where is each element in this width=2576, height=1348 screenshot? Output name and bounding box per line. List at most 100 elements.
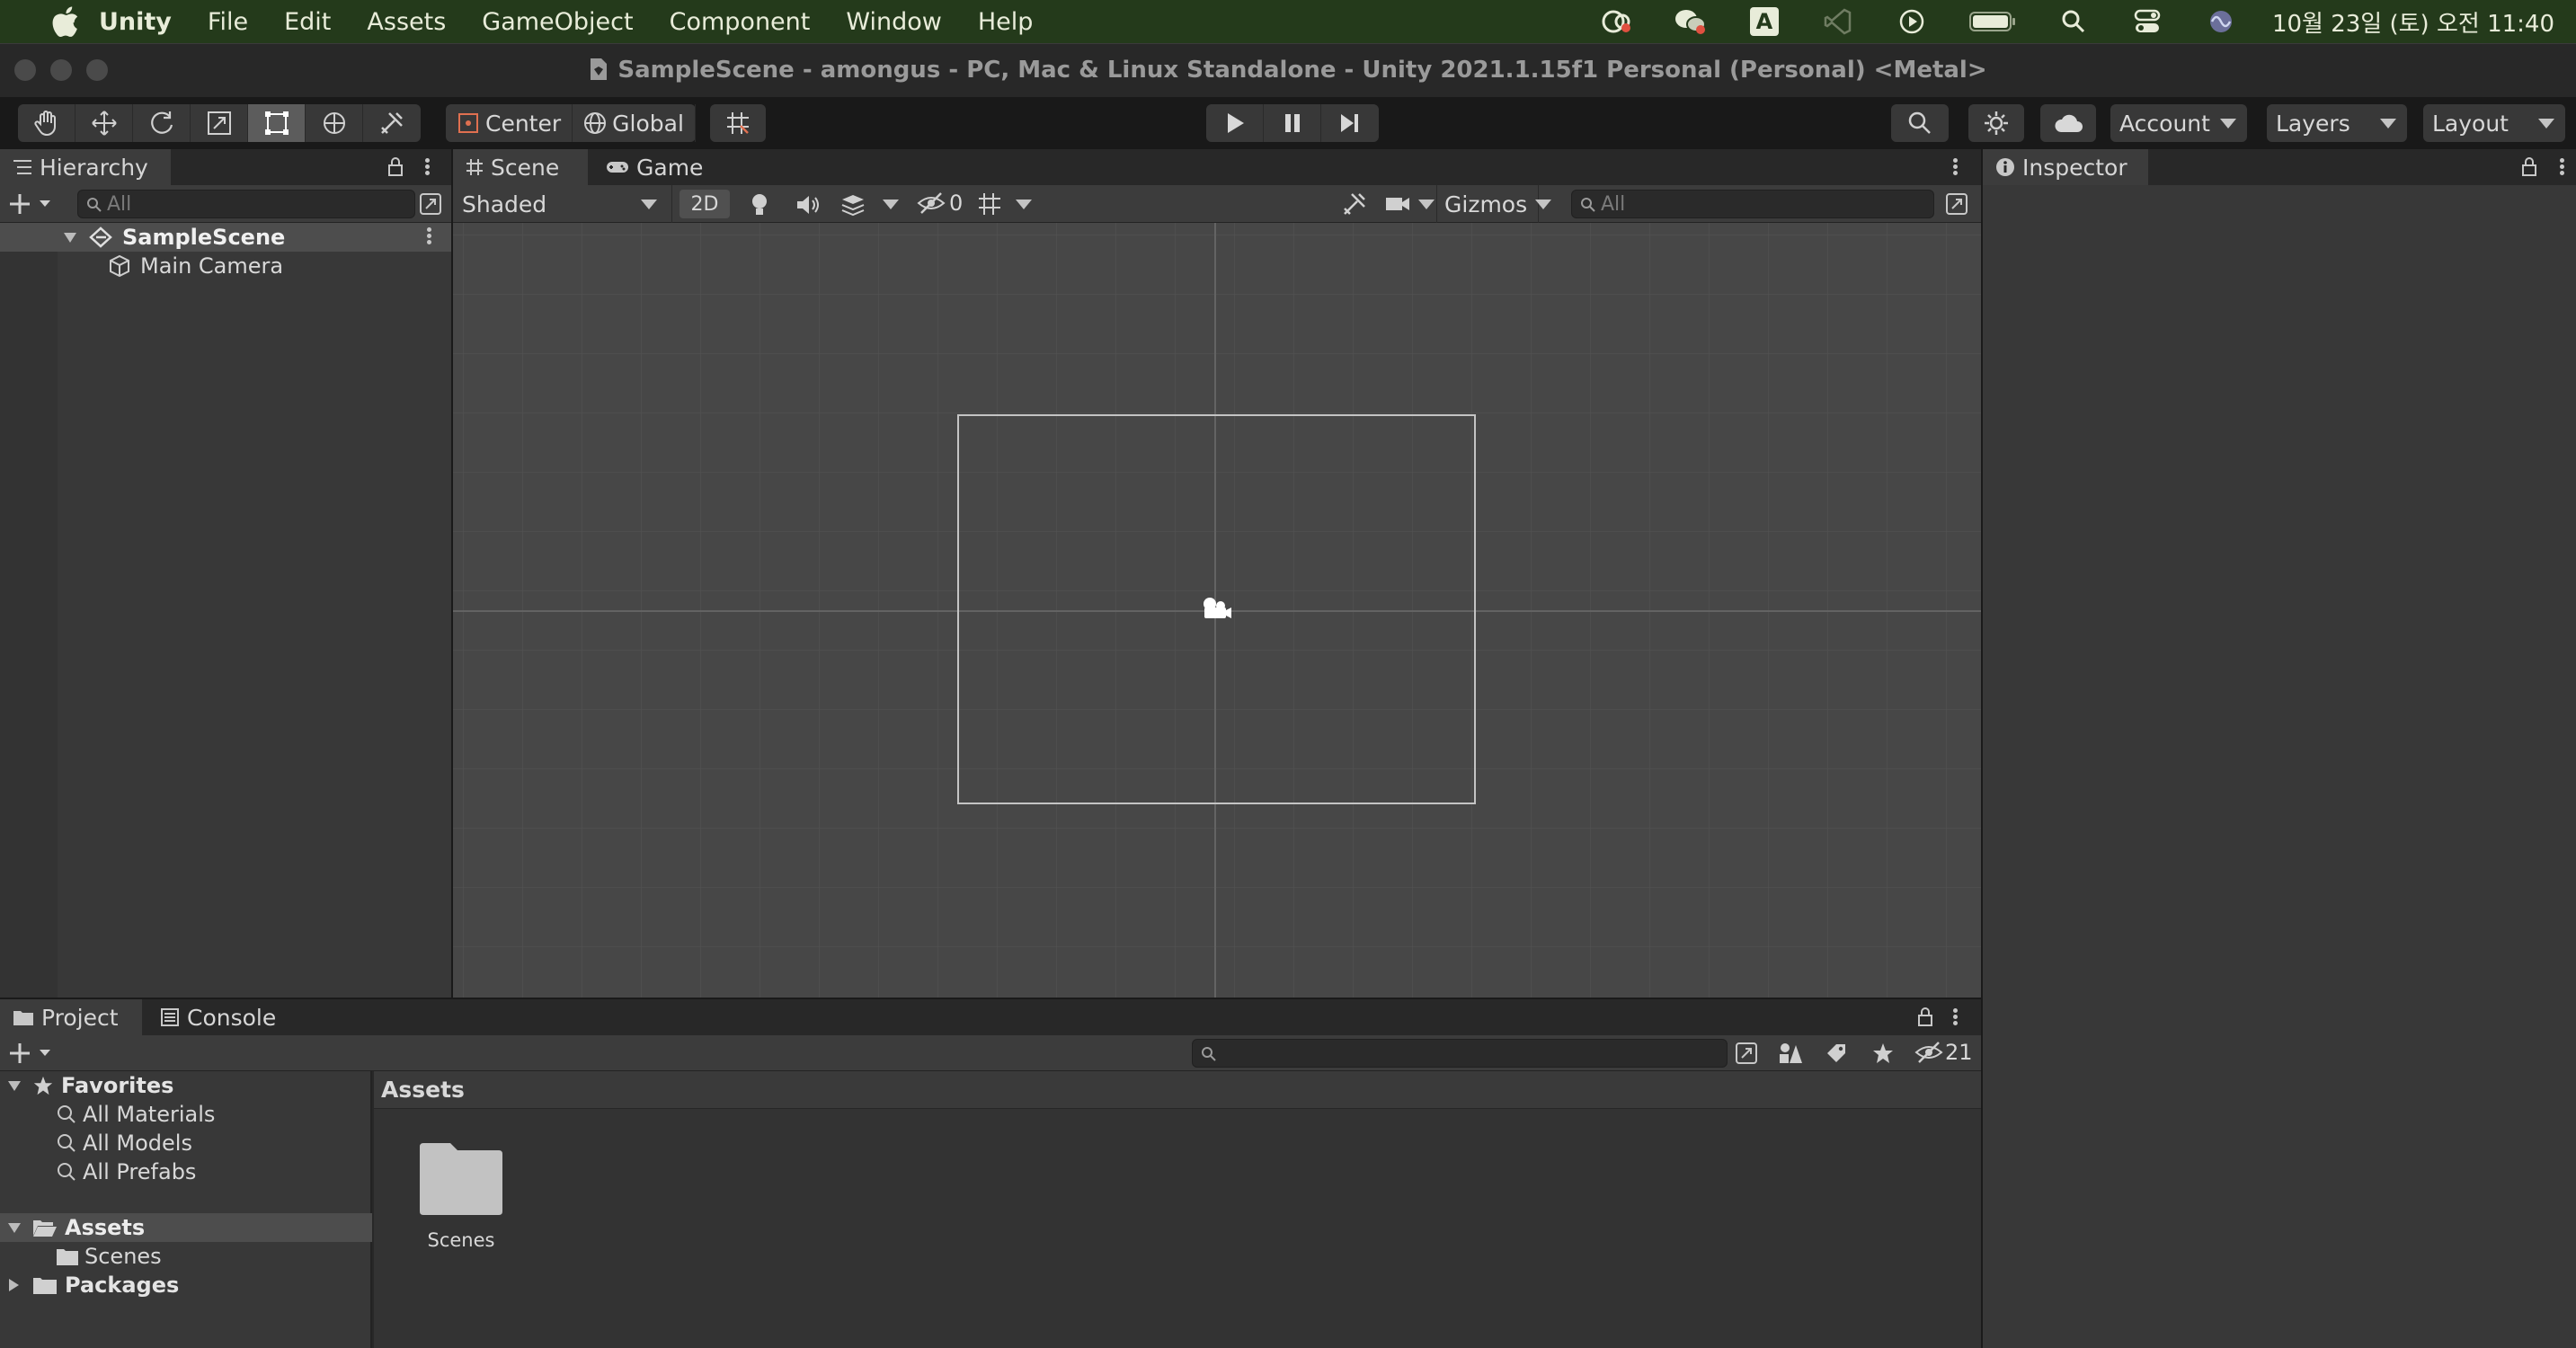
inspector-more-options-icon[interactable] [2560, 156, 2565, 177]
menu-component[interactable]: Component [652, 8, 829, 36]
favorite-item-prefabs[interactable]: All Prefabs [0, 1157, 372, 1186]
custom-tool-icon[interactable] [363, 104, 421, 142]
battery-icon[interactable] [1968, 4, 2018, 40]
more-options-icon[interactable] [425, 156, 431, 177]
tree-item-assets[interactable]: Assets [0, 1213, 372, 1242]
tab-game[interactable]: Game [593, 149, 715, 185]
search-by-type-icon[interactable] [1778, 1042, 1803, 1065]
hierarchy-item-main-camera[interactable]: Main Camera [0, 252, 451, 280]
pause-button[interactable] [1264, 104, 1321, 142]
play-circle-icon[interactable] [1894, 4, 1930, 40]
account-dropdown[interactable]: Account [2110, 104, 2247, 142]
create-asset-icon[interactable] [9, 1042, 56, 1065]
project-tab-label: Project [41, 1004, 119, 1031]
cloud-group [2040, 104, 2096, 142]
favorite-item-models[interactable]: All Models [0, 1129, 372, 1157]
menu-gameobject[interactable]: GameObject [464, 8, 651, 36]
layout-dropdown[interactable]: Layout [2423, 104, 2565, 142]
space-toggle[interactable]: Global [573, 104, 696, 142]
tree-item-packages[interactable]: Packages [0, 1271, 372, 1299]
hierarchy-search-input[interactable]: All [77, 190, 415, 218]
scene-tools-icon[interactable] [1341, 191, 1368, 217]
cloud-icon[interactable] [2040, 104, 2096, 142]
effects-toggle-icon[interactable] [839, 192, 866, 217]
chevron-down-icon [2220, 119, 2236, 129]
favorites-row[interactable]: Favorites [0, 1071, 372, 1100]
grid-toggle-icon[interactable] [976, 191, 1003, 217]
lighting-toggle-icon[interactable] [748, 192, 771, 217]
audio-toggle-icon[interactable] [795, 192, 822, 217]
rotate-tool-icon[interactable] [133, 104, 191, 142]
wechat-icon[interactable] [1673, 4, 1709, 40]
tab-inspector[interactable]: Inspector [1983, 149, 2148, 185]
rect-tool-icon[interactable] [248, 104, 306, 142]
control-center-icon[interactable] [2129, 4, 2165, 40]
scene-camera-icon[interactable] [1384, 192, 1411, 216]
scene-search-input[interactable]: All [1571, 190, 1934, 218]
packages-visibility-toggle[interactable]: 21 [1914, 1040, 1973, 1065]
toggle-2d-button[interactable]: 2D [680, 190, 730, 218]
collapse-triangle-icon[interactable] [7, 1278, 20, 1292]
menu-help[interactable]: Help [960, 8, 1052, 36]
menu-file[interactable]: File [190, 8, 266, 36]
tab-hierarchy[interactable]: Hierarchy [0, 149, 171, 185]
toolbar-search-icon[interactable] [1891, 104, 1949, 142]
scale-tool-icon[interactable] [191, 104, 248, 142]
scene-picker-icon[interactable] [419, 192, 442, 216]
inspector-lock-icon[interactable] [2520, 156, 2538, 178]
spotlight-search-icon[interactable] [2056, 4, 2092, 40]
scene-search-picker-icon[interactable] [1945, 192, 1968, 216]
scene-row[interactable]: SampleScene [0, 223, 451, 252]
services-icon[interactable] [1968, 104, 2024, 142]
grid-chevron-down-icon[interactable] [1016, 200, 1032, 209]
tab-console[interactable]: Console [147, 999, 289, 1035]
scene-more-options-icon[interactable] [1953, 156, 1959, 177]
move-tool-icon[interactable] [76, 104, 133, 142]
hand-tool-icon[interactable] [18, 104, 76, 142]
layers-dropdown[interactable]: Layers [2267, 104, 2407, 142]
grid-snap-icon[interactable] [710, 104, 766, 142]
project-search-input[interactable] [1192, 1039, 1728, 1068]
project-more-options-icon[interactable] [1953, 1007, 1959, 1027]
expand-triangle-icon[interactable] [7, 1079, 22, 1092]
favorite-item-materials[interactable]: All Materials [0, 1100, 372, 1129]
tree-item-scenes[interactable]: Scenes [0, 1242, 372, 1271]
expand-triangle-icon[interactable] [63, 231, 77, 244]
gizmos-chevron-down-icon[interactable] [1535, 200, 1551, 209]
apple-menu-icon[interactable] [34, 6, 78, 37]
expand-triangle-icon[interactable] [7, 1221, 22, 1234]
asset-item-scenes[interactable]: Scenes [412, 1140, 511, 1251]
scene-options-icon[interactable] [427, 226, 432, 246]
step-button[interactable] [1321, 104, 1379, 142]
creative-cloud-icon[interactable] [1599, 4, 1635, 40]
vscode-icon[interactable] [1820, 4, 1856, 40]
asset-breadcrumb[interactable]: Assets [374, 1071, 1981, 1109]
menu-unity[interactable]: Unity [81, 8, 190, 36]
transform-tool-icon[interactable] [306, 104, 363, 142]
scene-viewport[interactable] [453, 223, 1981, 998]
add-object-icon[interactable] [9, 192, 56, 216]
search-by-label-icon[interactable] [1825, 1042, 1848, 1065]
menu-window[interactable]: Window [828, 8, 959, 36]
draw-mode-dropdown[interactable]: Shaded [453, 185, 672, 223]
input-source-icon[interactable]: A [1746, 4, 1782, 40]
menubar-clock[interactable]: 10월 23일 (토) 오전 11:40 [2272, 5, 2554, 39]
gizmos-dropdown[interactable]: Gizmos [1436, 185, 1539, 223]
play-button[interactable] [1206, 104, 1264, 142]
hash-icon [466, 158, 484, 176]
camera-chevron-down-icon[interactable] [1418, 200, 1435, 209]
siri-icon[interactable] [2203, 4, 2239, 40]
tab-project[interactable]: Project [0, 999, 142, 1035]
input-source-letter: A [1749, 7, 1779, 36]
tab-scene[interactable]: Scene [453, 149, 588, 185]
menu-edit[interactable]: Edit [266, 8, 349, 36]
pivot-toggle[interactable]: Center [446, 104, 573, 142]
project-lock-icon[interactable] [1916, 1007, 1934, 1028]
lock-icon[interactable] [386, 156, 404, 178]
asset-item-label: Scenes [427, 1229, 495, 1251]
favorite-star-icon[interactable] [1871, 1042, 1895, 1065]
project-search-picker-icon[interactable] [1735, 1042, 1758, 1065]
effects-chevron-down-icon[interactable] [883, 200, 899, 209]
scene-visibility-toggle[interactable]: 0 [917, 191, 963, 216]
menu-assets[interactable]: Assets [349, 8, 464, 36]
